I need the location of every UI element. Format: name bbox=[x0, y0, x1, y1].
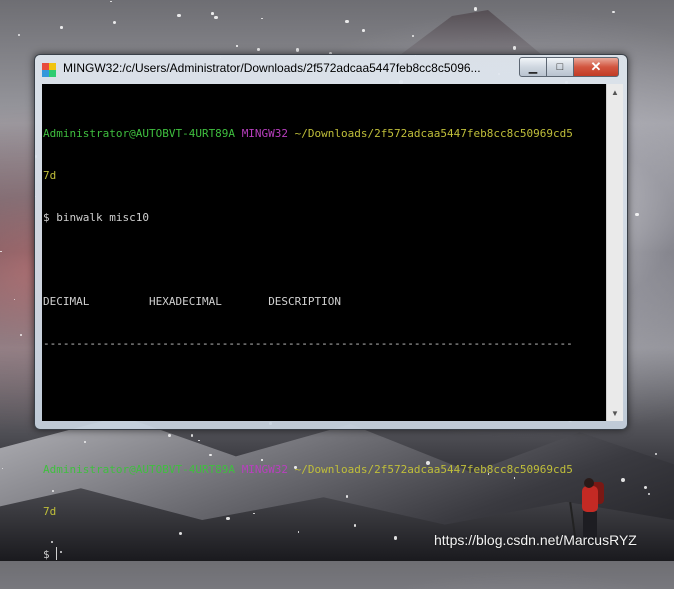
terminal-window[interactable]: MINGW32:/c/Users/Administrator/Downloads… bbox=[34, 54, 628, 561]
binwalk-header-row: DECIMAL HEXADECIMAL DESCRIPTION bbox=[43, 295, 608, 309]
terminal-output[interactable]: Administrator@AUTOBVT-4URT89A MINGW32 ~/… bbox=[42, 84, 612, 561]
snowflake bbox=[210, 12, 214, 15]
snowflake bbox=[654, 452, 657, 455]
prompt-path: ~/Downloads/2f572adcaa5447feb8cc8c50969c… bbox=[294, 127, 573, 140]
snowflake bbox=[362, 29, 365, 33]
minimize-icon: ▁ bbox=[528, 61, 538, 74]
vertical-scrollbar[interactable]: ▲ ▼ bbox=[606, 84, 623, 421]
separator-line: ----------------------------------------… bbox=[43, 337, 573, 350]
header-decimal: DECIMAL bbox=[43, 295, 90, 308]
scroll-down-icon[interactable]: ▼ bbox=[607, 405, 623, 421]
snowflake bbox=[473, 7, 477, 11]
title-bar[interactable]: MINGW32:/c/Users/Administrator/Downloads… bbox=[35, 55, 627, 83]
snowflake bbox=[60, 26, 63, 29]
snowflake bbox=[513, 46, 517, 50]
snowflake bbox=[214, 16, 218, 20]
prompt-path-wrap: 7d bbox=[43, 169, 57, 182]
maximize-button[interactable]: □ bbox=[546, 57, 574, 77]
snowflake bbox=[110, 0, 112, 2]
prompt-symbol: $ bbox=[43, 548, 57, 561]
snowflake bbox=[19, 333, 22, 336]
snowflake bbox=[0, 250, 2, 253]
prompt-env: MINGW32 bbox=[241, 463, 289, 476]
prompt-path: ~/Downloads/2f572adcaa5447feb8cc8c50969c… bbox=[294, 463, 573, 476]
snowflake bbox=[257, 48, 261, 52]
snowflake bbox=[236, 45, 238, 47]
prompt-user: Administrator@AUTOBVT-4URT89A bbox=[43, 463, 236, 476]
close-button[interactable]: ✕ bbox=[573, 57, 619, 77]
prompt-line: Administrator@AUTOBVT-4URT89A MINGW32 ~/… bbox=[43, 463, 608, 477]
window-title: MINGW32:/c/Users/Administrator/Downloads… bbox=[63, 61, 481, 75]
snowflake bbox=[612, 10, 615, 14]
snowflake bbox=[177, 13, 181, 18]
snowflake bbox=[113, 20, 117, 25]
prompt-env: MINGW32 bbox=[241, 127, 289, 140]
prompt-line: Administrator@AUTOBVT-4URT89A MINGW32 ~/… bbox=[43, 127, 608, 141]
header-description: DESCRIPTION bbox=[268, 295, 342, 308]
command-line: $ binwalk misc10 bbox=[43, 211, 149, 224]
mingw-app-icon[interactable] bbox=[41, 62, 57, 78]
text-cursor bbox=[56, 547, 58, 560]
maximize-icon: □ bbox=[556, 61, 564, 73]
snowflake bbox=[18, 33, 21, 36]
prompt-path-wrap: 7d bbox=[43, 505, 57, 518]
input-line[interactable]: $ bbox=[43, 547, 608, 561]
snowflake bbox=[643, 486, 647, 490]
close-icon: ✕ bbox=[590, 59, 602, 74]
prompt-user: Administrator@AUTOBVT-4URT89A bbox=[43, 127, 236, 140]
snowflake bbox=[635, 212, 639, 217]
snowflake bbox=[14, 298, 16, 300]
snowflake bbox=[261, 17, 263, 20]
snowflake bbox=[295, 47, 300, 52]
header-hexadecimal: HEXADECIMAL bbox=[148, 295, 222, 308]
scroll-up-icon[interactable]: ▲ bbox=[607, 84, 623, 100]
snowflake bbox=[344, 19, 349, 24]
minimize-button[interactable]: ▁ bbox=[519, 57, 547, 77]
snowflake bbox=[412, 34, 415, 37]
